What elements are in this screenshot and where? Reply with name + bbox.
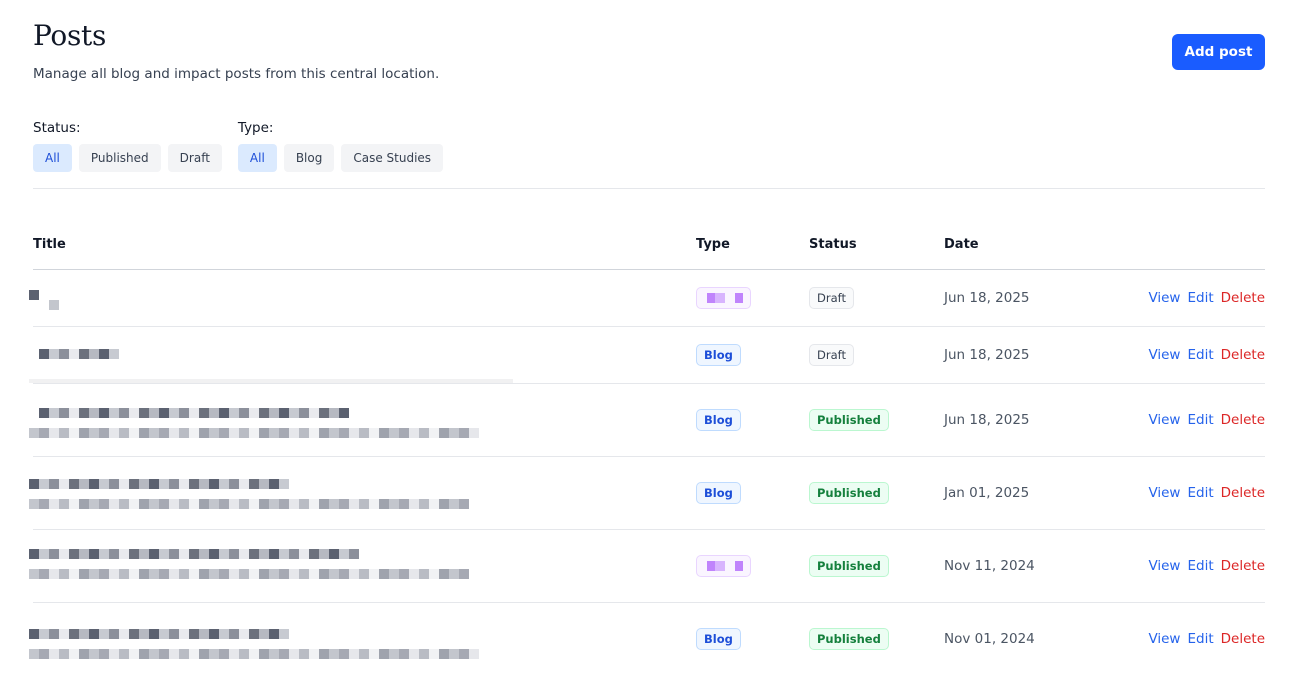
type-badge: Blog bbox=[696, 409, 741, 431]
page-title: Posts bbox=[33, 19, 107, 52]
status-badge: Published bbox=[809, 482, 889, 504]
status-badge: Published bbox=[809, 409, 889, 431]
edit-link[interactable]: Edit bbox=[1187, 290, 1213, 306]
type-badge-redacted bbox=[696, 287, 751, 309]
post-date: Nov 11, 2024 bbox=[944, 558, 1035, 574]
table-header: Title Type Status Date bbox=[33, 226, 1265, 270]
table-row: Blog Published Jun 18, 2025 View Edit De… bbox=[29, 384, 1265, 457]
status-filter-group: Status: All Published Draft bbox=[33, 120, 222, 172]
column-title: Title bbox=[33, 237, 66, 252]
post-title-redacted[interactable] bbox=[29, 270, 513, 326]
add-post-button[interactable]: Add post bbox=[1172, 34, 1265, 70]
edit-link[interactable]: Edit bbox=[1187, 558, 1213, 574]
post-title-redacted[interactable] bbox=[29, 457, 513, 529]
status-filter-all[interactable]: All bbox=[33, 144, 72, 172]
table-row: Published Nov 11, 2024 View Edit Delete bbox=[29, 530, 1265, 603]
status-filter-published[interactable]: Published bbox=[78, 144, 161, 172]
column-date: Date bbox=[944, 237, 979, 252]
table-row: Blog Published Nov 01, 2024 View Edit De… bbox=[29, 603, 1265, 675]
view-link[interactable]: View bbox=[1148, 290, 1180, 306]
filters-divider bbox=[33, 188, 1265, 189]
post-date: Jan 01, 2025 bbox=[944, 485, 1030, 501]
status-badge: Published bbox=[809, 555, 889, 577]
edit-link[interactable]: Edit bbox=[1187, 631, 1213, 647]
filters: Status: All Published Draft Type: All Bl… bbox=[33, 120, 459, 172]
view-link[interactable]: View bbox=[1148, 347, 1180, 363]
status-badge: Draft bbox=[809, 344, 854, 366]
delete-link[interactable]: Delete bbox=[1221, 485, 1265, 501]
edit-link[interactable]: Edit bbox=[1187, 412, 1213, 428]
delete-link[interactable]: Delete bbox=[1221, 347, 1265, 363]
edit-link[interactable]: Edit bbox=[1187, 485, 1213, 501]
delete-link[interactable]: Delete bbox=[1221, 558, 1265, 574]
post-date: Jun 18, 2025 bbox=[944, 290, 1030, 306]
post-date: Jun 18, 2025 bbox=[944, 347, 1030, 363]
delete-link[interactable]: Delete bbox=[1221, 412, 1265, 428]
posts-page: Posts Manage all blog and impact posts f… bbox=[29, 0, 1265, 659]
type-filter-blog[interactable]: Blog bbox=[283, 144, 335, 172]
type-badge: Blog bbox=[696, 628, 741, 650]
post-title-redacted[interactable] bbox=[29, 530, 513, 602]
status-badge: Draft bbox=[809, 287, 854, 309]
table-row: Blog Draft Jun 18, 2025 View Edit Delete bbox=[29, 327, 1265, 384]
delete-link[interactable]: Delete bbox=[1221, 290, 1265, 306]
post-date: Jun 18, 2025 bbox=[944, 412, 1030, 428]
edit-link[interactable]: Edit bbox=[1187, 347, 1213, 363]
status-filter-label: Status: bbox=[33, 120, 81, 136]
status-badge: Published bbox=[809, 628, 889, 650]
type-badge: Blog bbox=[696, 344, 741, 366]
posts-table: Title Type Status Date Draft Jun 18, 202… bbox=[29, 226, 1265, 675]
status-filter-draft[interactable]: Draft bbox=[167, 144, 222, 172]
column-type: Type bbox=[696, 237, 730, 252]
type-filter-case-studies[interactable]: Case Studies bbox=[341, 144, 444, 172]
post-date: Nov 01, 2024 bbox=[944, 631, 1035, 647]
post-title-redacted[interactable] bbox=[29, 384, 513, 456]
page-subtitle: Manage all blog and impact posts from th… bbox=[33, 66, 440, 82]
post-title-redacted[interactable] bbox=[29, 327, 513, 383]
view-link[interactable]: View bbox=[1148, 412, 1180, 428]
table-row: Draft Jun 18, 2025 View Edit Delete bbox=[29, 270, 1265, 327]
view-link[interactable]: View bbox=[1148, 558, 1180, 574]
type-filter-label: Type: bbox=[237, 120, 274, 136]
view-link[interactable]: View bbox=[1148, 485, 1180, 501]
column-status: Status bbox=[809, 237, 857, 252]
page-header: Posts Manage all blog and impact posts f… bbox=[33, 0, 1265, 100]
view-link[interactable]: View bbox=[1148, 631, 1180, 647]
type-badge: Blog bbox=[696, 482, 741, 504]
table-row: Blog Published Jan 01, 2025 View Edit De… bbox=[29, 457, 1265, 530]
post-title-redacted[interactable] bbox=[29, 603, 513, 675]
type-badge-redacted bbox=[696, 555, 751, 577]
type-filter-all[interactable]: All bbox=[237, 144, 277, 172]
type-filter-group: Type: All Blog Case Studies bbox=[237, 120, 444, 172]
delete-link[interactable]: Delete bbox=[1221, 631, 1265, 647]
